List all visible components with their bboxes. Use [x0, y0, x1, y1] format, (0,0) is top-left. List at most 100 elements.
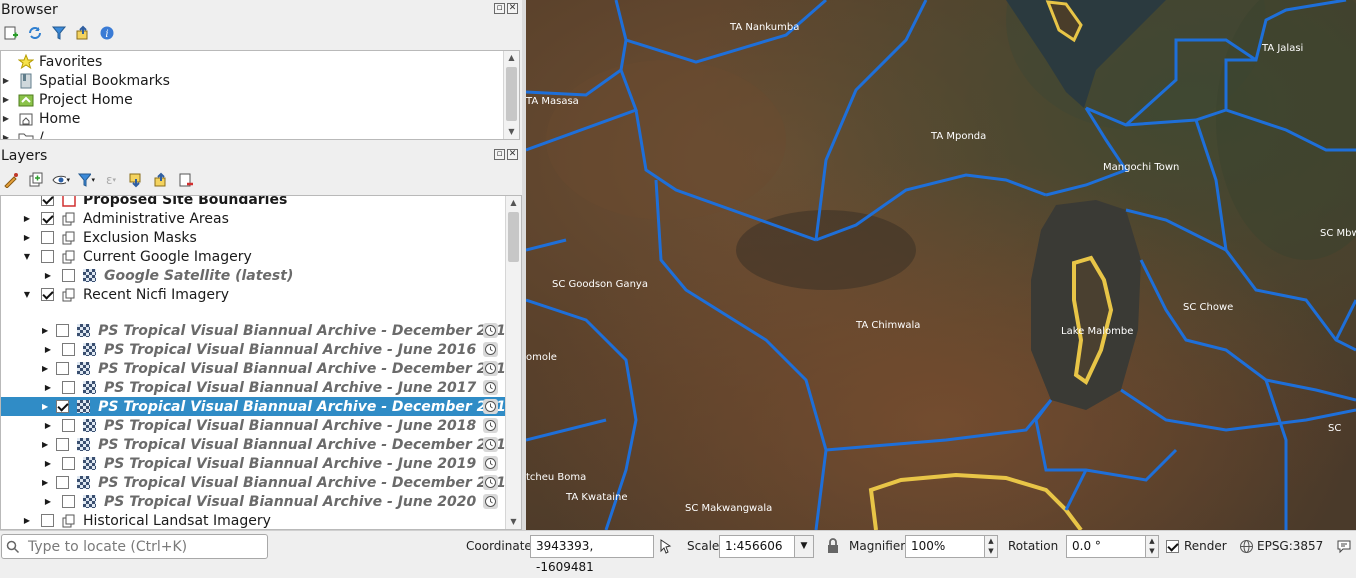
layer-visibility-checkbox[interactable] — [62, 495, 75, 508]
layer-row[interactable]: ▶ PS Tropical Visual Biannual Archive - D… — [1, 473, 516, 492]
scroll-down-arrow[interactable]: ▼ — [506, 515, 521, 529]
browser-scrollbar[interactable]: ▲ ▼ — [503, 51, 519, 139]
layer-row[interactable]: ▼ Current Google Imagery — [1, 247, 505, 266]
temporal-clock-icon[interactable] — [483, 399, 498, 414]
expand-arrow-icon[interactable]: ▶ — [1, 76, 11, 85]
expand-arrow-icon[interactable]: ▶ — [42, 271, 54, 280]
scale-combobox[interactable]: 1:456606 — [719, 535, 795, 558]
expand-arrow-icon[interactable]: ▶ — [1, 114, 11, 123]
scroll-down-arrow[interactable]: ▼ — [504, 125, 519, 139]
filter-legend-icon[interactable]: ▾ — [77, 171, 95, 189]
collapse-arrow-icon[interactable]: ▼ — [21, 252, 33, 261]
visibility-eye-icon[interactable]: ▾ — [52, 171, 70, 189]
locator-search-input[interactable]: Type to locate (Ctrl+K) — [1, 534, 268, 559]
add-layer-icon[interactable] — [2, 24, 20, 42]
layer-visibility-checkbox[interactable] — [41, 212, 54, 225]
expand-arrow-icon[interactable]: ▶ — [42, 383, 54, 392]
scroll-up-arrow[interactable]: ▲ — [504, 51, 519, 65]
temporal-clock-icon[interactable] — [483, 380, 498, 395]
expand-arrow-icon[interactable]: ▶ — [21, 214, 33, 223]
rotation-field[interactable]: 0.0 ° — [1066, 535, 1146, 558]
temporal-clock-icon[interactable] — [483, 456, 498, 471]
layer-row[interactable]: ▶ PS Tropical Visual Biannual Archive - J… — [1, 416, 505, 435]
layer-row[interactable]: Proposed Site Boundaries — [1, 196, 505, 209]
layer-row[interactable]: ▶ PS Tropical Visual Biannual Archive - J… — [1, 492, 505, 511]
expand-arrow-icon[interactable]: ▶ — [21, 516, 33, 525]
temporal-clock-icon[interactable] — [483, 361, 498, 376]
layer-row[interactable]: ▶ Historical Landsat Imagery — [1, 511, 505, 529]
layer-row[interactable]: ▶ PS Tropical Visual Biannual Archive - D… — [1, 359, 516, 378]
close-panel-button[interactable]: ✕ — [507, 3, 518, 14]
expand-arrow-icon[interactable]: ▶ — [42, 440, 48, 449]
expand-arrow-icon[interactable]: ▶ — [42, 459, 54, 468]
browser-item-favorites[interactable]: Favorites — [1, 52, 102, 71]
browser-item-home[interactable]: ▶ Home — [1, 109, 80, 128]
float-panel-button[interactable]: ▫ — [494, 149, 505, 160]
scroll-up-arrow[interactable]: ▲ — [506, 196, 521, 210]
magnifier-spinner[interactable]: ▲ ▼ — [984, 535, 998, 558]
crs-label[interactable]: EPSG:3857 — [1257, 539, 1323, 553]
layer-row[interactable]: ▶ Google Satellite (latest) — [1, 266, 505, 285]
browser-item-root[interactable]: ▶ / — [1, 128, 44, 139]
coordinate-field[interactable]: 3943393, -1609481 — [530, 535, 654, 574]
layer-visibility-checkbox[interactable] — [41, 288, 54, 301]
expand-arrow-icon[interactable]: ▶ — [42, 421, 54, 430]
add-group-icon[interactable] — [27, 171, 45, 189]
layer-visibility-checkbox[interactable] — [56, 400, 70, 413]
layer-row[interactable]: ▶ PS Tropical Visual Biannual Archive - J… — [1, 340, 505, 359]
expand-arrow-icon[interactable]: ▶ — [42, 364, 48, 373]
layer-visibility-checkbox[interactable] — [41, 196, 54, 206]
layer-row[interactable]: ▼ Recent Nicfi Imagery — [1, 285, 505, 304]
info-icon[interactable]: i — [98, 24, 116, 42]
layer-visibility-checkbox[interactable] — [56, 438, 70, 451]
collapse-all-icon[interactable] — [152, 171, 170, 189]
temporal-clock-icon[interactable] — [483, 494, 498, 509]
expand-arrow-icon[interactable]: ▶ — [42, 326, 48, 335]
temporal-clock-icon[interactable] — [483, 342, 498, 357]
expand-arrow-icon[interactable]: ▶ — [42, 478, 48, 487]
style-panel-icon[interactable] — [2, 171, 20, 189]
layer-visibility-checkbox[interactable] — [41, 514, 54, 527]
rotation-spinner[interactable]: ▲ ▼ — [1145, 535, 1159, 558]
browser-item-project-home[interactable]: ▶ Project Home — [1, 90, 133, 109]
browser-item-spatial-bookmarks[interactable]: ▶ Spatial Bookmarks — [1, 71, 170, 90]
temporal-clock-icon[interactable] — [483, 475, 498, 490]
layer-visibility-checkbox[interactable] — [62, 343, 75, 356]
map-canvas[interactable]: TA Nankumba TA Jalasi TA Masasa TA Mpond… — [526, 0, 1356, 530]
expand-arrow-icon[interactable]: ▶ — [1, 133, 11, 139]
scale-dropdown-arrow[interactable]: ▼ — [794, 535, 814, 558]
layer-row[interactable]: ▶ PS Tropical Visual Biannual Archive - D… — [1, 397, 516, 416]
expand-arrow-icon[interactable]: ▶ — [42, 402, 48, 411]
layer-visibility-checkbox[interactable] — [62, 419, 75, 432]
expand-arrow-icon[interactable]: ▶ — [21, 233, 33, 242]
layers-scrollbar[interactable]: ▲ ▼ — [505, 196, 521, 529]
layers-tree[interactable]: Proposed Site Boundaries ▶ Administrative … — [0, 195, 522, 530]
scroll-thumb[interactable] — [508, 212, 519, 262]
expand-arrow-icon[interactable]: ▶ — [42, 497, 54, 506]
collapse-arrow-icon[interactable]: ▼ — [21, 290, 33, 299]
float-panel-button[interactable]: ▫ — [494, 3, 505, 14]
browser-tree[interactable]: Favorites ▶ Spatial Bookmarks ▶ Project … — [0, 50, 520, 140]
messages-icon[interactable] — [1336, 538, 1352, 558]
layer-visibility-checkbox[interactable] — [62, 269, 75, 282]
layer-row[interactable]: ▶ Exclusion Masks — [1, 228, 505, 247]
close-panel-button[interactable]: ✕ — [507, 149, 518, 160]
layer-row[interactable]: ▶ PS Tropical Visual Biannual Archive - D… — [1, 435, 516, 454]
layer-row[interactable]: ▶ Administrative Areas — [1, 209, 505, 228]
temporal-clock-icon[interactable] — [483, 418, 498, 433]
layer-visibility-checkbox[interactable] — [62, 457, 75, 470]
scroll-thumb[interactable] — [506, 67, 517, 121]
temporal-clock-icon[interactable] — [483, 437, 498, 452]
layer-visibility-checkbox[interactable] — [56, 324, 70, 337]
layer-visibility-checkbox[interactable] — [41, 231, 54, 244]
refresh-icon[interactable] — [26, 24, 44, 42]
magnifier-field[interactable]: 100% — [905, 535, 985, 558]
remove-layer-icon[interactable] — [177, 171, 195, 189]
lock-scale-icon[interactable] — [826, 538, 840, 558]
layer-row[interactable]: ▶ PS Tropical Visual Biannual Archive - J… — [1, 454, 505, 473]
expand-arrow-icon[interactable]: ▶ — [1, 95, 11, 104]
filter-icon[interactable] — [50, 24, 68, 42]
temporal-clock-icon[interactable] — [483, 323, 498, 338]
collapse-all-icon[interactable] — [74, 24, 92, 42]
render-checkbox[interactable] — [1166, 540, 1179, 553]
